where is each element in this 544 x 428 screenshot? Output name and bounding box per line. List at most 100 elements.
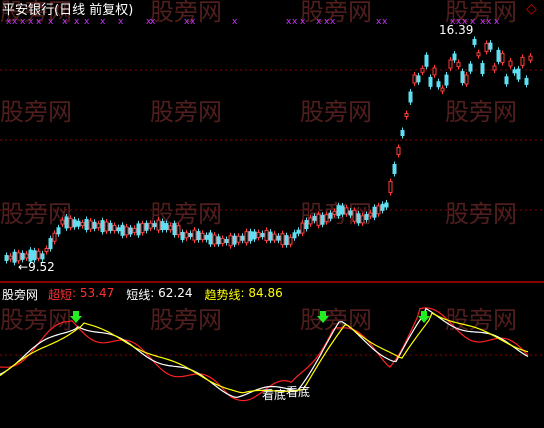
candle-body — [428, 76, 433, 87]
candle-body — [56, 227, 61, 235]
candle-body — [120, 224, 125, 236]
candle-body — [4, 255, 9, 261]
candle-body — [188, 233, 193, 238]
candle-body — [48, 238, 53, 250]
signal-markers: x x x x x x x x x x x xx x x x x x x x x x x x x x x x x x x — [6, 17, 500, 27]
candle-body — [472, 38, 477, 45]
candle-body — [80, 222, 85, 227]
candle-body — [328, 212, 333, 219]
candle-body — [496, 49, 501, 62]
candle-body — [336, 205, 341, 217]
candle-body — [176, 225, 181, 236]
candle-body — [500, 53, 505, 64]
candle-body — [308, 217, 313, 225]
candle-body — [232, 235, 237, 245]
candle-body — [20, 252, 25, 260]
candle-body — [160, 221, 165, 231]
candle-body — [488, 42, 493, 50]
signal-marker: x — [36, 17, 42, 27]
legend-chaoduan-value: 53.47 — [79, 286, 115, 300]
signal-marker: x — [190, 17, 196, 27]
legend-chaoduan-label: 超短 — [48, 288, 73, 302]
candle-body — [236, 235, 241, 243]
candle-body — [352, 209, 357, 222]
candle-body — [296, 229, 301, 234]
diamond-icon[interactable]: ◇ — [526, 2, 537, 16]
candle-body — [256, 232, 261, 239]
candle-body — [212, 234, 217, 245]
watermark-text: 股旁网 — [150, 306, 222, 334]
candle-body — [204, 234, 209, 240]
left-arrow-icon: ← — [18, 260, 29, 274]
candle-body — [448, 59, 453, 69]
candle-body — [100, 220, 105, 233]
watermark-text: 股旁网 — [300, 98, 372, 126]
candle-body — [112, 224, 117, 231]
candle-body — [64, 216, 69, 229]
candle-body — [420, 67, 425, 73]
candle-body — [408, 91, 413, 103]
watermark-text: 股旁网 — [300, 306, 372, 334]
candle-body — [464, 74, 469, 85]
candle-body — [316, 213, 321, 226]
candle-body — [400, 130, 405, 136]
candle-body — [228, 235, 233, 247]
candle-body — [520, 56, 525, 66]
watermark-text: 股旁网 — [0, 98, 72, 126]
candle-body — [248, 231, 253, 242]
candle-body — [268, 231, 273, 241]
candle-body — [460, 71, 465, 84]
candle-body — [8, 255, 13, 260]
candle-body — [372, 206, 377, 218]
candle-body — [292, 232, 297, 239]
signal-marker: x — [28, 17, 34, 27]
candle-body — [220, 237, 225, 244]
candle-body — [152, 223, 157, 228]
legend-duanxian-value: 62.24 — [158, 286, 193, 300]
candle-body — [272, 233, 277, 241]
low-price-value: 9.52 — [28, 260, 55, 274]
candle-body — [424, 54, 429, 67]
candle-body — [380, 203, 385, 211]
candle-body — [72, 219, 77, 228]
low-price-label: ←9.52 — [18, 261, 55, 273]
watermark-text: 股旁网 — [0, 306, 72, 334]
candle-body — [348, 210, 353, 216]
candle-body — [156, 219, 161, 231]
signal-marker: x — [330, 17, 336, 27]
candle-body — [512, 69, 517, 74]
bottom-signal-label: 看底 — [286, 385, 311, 399]
candle-body — [364, 214, 369, 220]
watermark-text: 股旁网 — [445, 200, 517, 228]
candle-body — [116, 227, 121, 232]
candle-body — [284, 235, 289, 246]
page-title: 平安银行(日线 前复权) — [2, 3, 134, 18]
legend-duanxian-label: 短线 — [126, 288, 151, 302]
legend-qushi-label: 趋势线 — [204, 288, 241, 302]
signal-marker: x — [100, 17, 106, 27]
watermark-layer: 股旁网 股旁网 股旁网 股旁网股旁网 股旁网 股旁网 股旁网股旁网 股旁网 股旁网 股旁网股旁网股… — [0, 0, 517, 334]
signal-marker: x — [300, 17, 306, 27]
candle-body — [288, 236, 293, 245]
candle-body — [172, 223, 177, 236]
candle-body — [368, 212, 373, 217]
bottom-signal-label: 看底 — [262, 388, 287, 402]
candle-body — [24, 253, 29, 259]
chart-canvas: 股旁网 股旁网 股旁网 股旁网股旁网 股旁网 股旁网 股旁网股旁网 股旁网 股旁网 股旁网股旁网股… — [0, 0, 544, 402]
candle-body — [356, 213, 361, 224]
candle-body — [240, 235, 245, 241]
candle-body — [260, 233, 265, 238]
candle-body — [108, 222, 113, 231]
candle-body — [60, 219, 65, 225]
candle-body — [88, 220, 93, 230]
candle-body — [84, 219, 89, 230]
candle-body — [388, 181, 393, 193]
candle-body — [340, 205, 345, 215]
watermark-text: 股旁网 — [445, 98, 517, 126]
candle-body — [180, 231, 185, 240]
candle-body — [104, 221, 109, 232]
candle-body — [300, 222, 305, 234]
signal-marker: x — [48, 17, 54, 27]
signal-marker: x — [118, 17, 124, 27]
candle-body — [304, 220, 309, 229]
